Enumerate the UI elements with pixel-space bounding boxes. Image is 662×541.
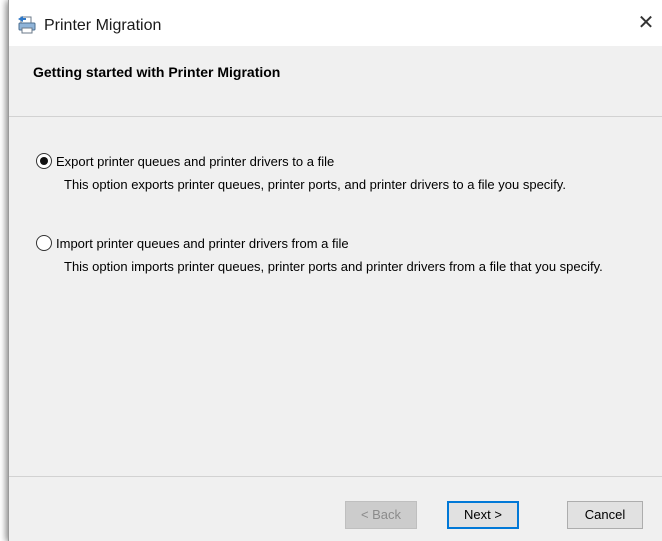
- export-radio-row[interactable]: Export printer queues and printer driver…: [36, 153, 624, 169]
- back-button[interactable]: < Back: [345, 501, 417, 529]
- import-option: Import printer queues and printer driver…: [36, 235, 624, 275]
- button-bar: < Back Next > Cancel: [9, 476, 662, 541]
- import-radio-label[interactable]: Import printer queues and printer driver…: [56, 236, 349, 251]
- export-radio-label[interactable]: Export printer queues and printer driver…: [56, 154, 334, 169]
- next-button[interactable]: Next >: [447, 501, 519, 529]
- import-description: This option imports printer queues, prin…: [64, 259, 603, 274]
- export-option: Export printer queues and printer driver…: [36, 153, 624, 193]
- export-description: This option exports printer queues, prin…: [64, 177, 566, 192]
- page-title: Getting started with Printer Migration: [33, 64, 281, 80]
- header-panel: Getting started with Printer Migration: [9, 46, 662, 117]
- cancel-button[interactable]: Cancel: [567, 501, 643, 529]
- import-radio-row[interactable]: Import printer queues and printer driver…: [36, 235, 624, 251]
- window-title: Printer Migration: [44, 17, 162, 34]
- import-radio-button[interactable]: [36, 235, 52, 251]
- printer-migration-window: Printer Migration ✕ Getting started with…: [8, 0, 662, 541]
- options-panel: Export printer queues and printer driver…: [9, 117, 662, 476]
- close-button[interactable]: ✕: [630, 8, 662, 38]
- printer-app-icon: [17, 15, 37, 35]
- title-bar: Printer Migration ✕: [9, 0, 662, 46]
- export-radio-button[interactable]: [36, 153, 52, 169]
